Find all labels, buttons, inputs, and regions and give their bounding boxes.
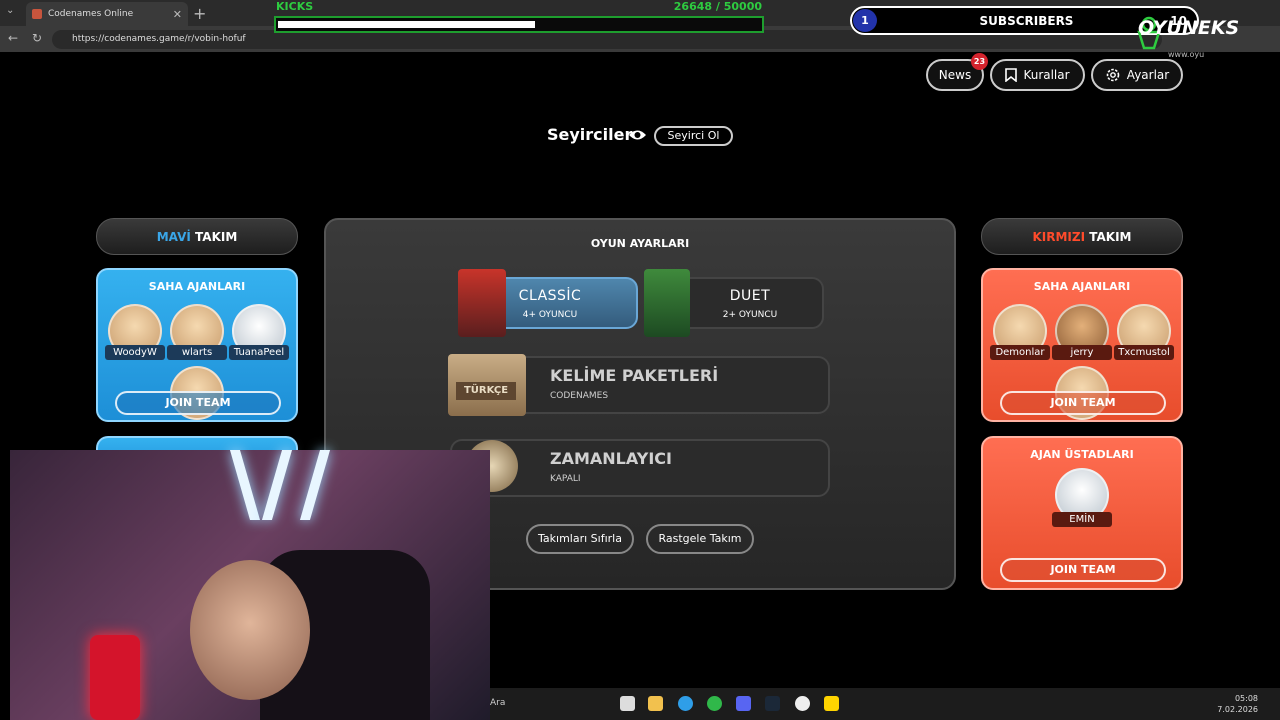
duet-mode-name: DUET [729,288,771,304]
red-team-header: KIRMIZI TAKIM [981,218,1183,255]
news-label: News [938,68,972,82]
reset-teams-button[interactable]: Takımları Sıfırla [526,524,634,554]
microphone [90,635,140,720]
edge-icon[interactable] [678,696,693,711]
store-icon[interactable] [824,696,839,711]
steam-icon[interactable] [765,696,780,711]
settings-button[interactable]: Ayarlar [1091,59,1183,91]
blue-operatives-title: SAHA AJANLARI [148,280,246,293]
taskbar: Ara 05:08 7.02.2026 [490,688,1280,720]
red-player-name: Txcmustol [1114,345,1174,360]
news-badge: 23 [971,53,988,70]
neon-light-left [229,450,261,520]
duet-mode-sub: 2+ OYUNCU [722,310,778,320]
bookmark-icon [1005,68,1018,82]
red-team-word: KIRMIZI [1032,230,1086,244]
kicks-label: KICKS [276,0,314,13]
kicks-progress-fill [278,21,535,28]
red-spymaster-join-button[interactable]: JOIN TEAM [1000,558,1166,582]
red-operatives-card: SAHA AJANLARI Demonlar jerry Txcmustol J… [981,268,1183,422]
brand-logo: OYUNEKS [1138,17,1240,39]
blue-team-header: MAVİ TAKIM [96,218,298,255]
red-team-rest: TAKIM [1085,230,1132,244]
blue-operatives-card: SAHA AJANLARI WoodyW wlarts TuanaPeel JO… [96,268,298,422]
taskbar-search[interactable]: Ara [490,698,505,708]
news-button[interactable]: News 23 [926,53,988,91]
discord-icon[interactable] [736,696,751,711]
app-icon[interactable] [707,696,722,711]
file-explorer-icon[interactable] [648,696,663,711]
new-tab-button[interactable]: + [193,4,206,23]
blue-player-name: TuanaPeel [229,345,289,360]
word-packs-sub: CODENAMES [550,391,609,401]
word-pack-box-label: TÜRKÇE [456,382,516,400]
blue-join-team-button[interactable]: JOIN TEAM [115,391,281,415]
tab-close-icon[interactable]: ✕ [173,8,182,21]
red-operatives-title: SAHA AJANLARI [1033,280,1131,293]
red-spymaster-name: EMİN [1052,512,1112,527]
rules-label: Kurallar [1023,68,1070,82]
taskbar-clock[interactable]: 05:08 7.02.2026 [1217,693,1258,715]
blue-team-word: MAVİ [156,230,191,244]
blue-team-rest: TAKIM [190,230,238,244]
gear-icon [1106,68,1120,82]
streamer-webcam-overlay [10,450,490,720]
timer-title: ZAMANLAYICI [550,449,672,468]
task-view-icon[interactable] [620,696,635,711]
kicks-goal-widget: KICKS 26648 / 50000 [274,0,764,34]
timer-status: KAPALI [550,474,581,484]
red-spymaster-title: AJAN ÜSTADLARI [1030,448,1134,461]
tab-title: Codenames Online [48,9,134,19]
red-spymaster-card: AJAN ÜSTADLARI EMİN JOIN TEAM [981,436,1183,590]
kicks-value: 26648 / 50000 [673,0,762,13]
spectators-label: Seyirciler [547,125,633,144]
become-spectator-button[interactable]: Seyirci Ol [654,126,733,146]
red-join-team-button[interactable]: JOIN TEAM [1000,391,1166,415]
brand-url: www.oyu [1168,50,1205,59]
red-player-name: Demonlar [990,345,1050,360]
eye-icon [629,130,646,140]
browser-tab[interactable]: Codenames Online ✕ [26,2,188,26]
rules-button[interactable]: Kurallar [990,59,1085,91]
tab-menu-icon[interactable]: ⌄ [6,5,14,16]
chrome-icon[interactable] [795,696,810,711]
reload-icon[interactable]: ↻ [32,31,42,45]
neon-light-right [299,450,331,520]
clock-time: 05:08 [1234,694,1258,703]
neon-light-mid [261,450,293,520]
blue-player-name: WoodyW [105,345,165,360]
codenames-favicon-icon [32,9,42,19]
classic-box-art [458,269,506,337]
settings-label: Ayarlar [1126,68,1170,82]
streamer-face [190,560,310,700]
url-text: https://codenames.game/r/vobin-hofuf [72,34,246,44]
back-icon[interactable]: ← [8,31,18,45]
word-packs-title: KELİME PAKETLERİ [550,366,719,385]
game-settings-title: OYUN AYARLARI [590,237,690,250]
blue-player-name: wlarts [167,345,227,360]
duet-box-art [644,269,690,337]
red-player-name: jerry [1052,345,1112,360]
random-teams-button[interactable]: Rastgele Takım [646,524,754,554]
clock-date: 7.02.2026 [1217,705,1258,714]
word-pack-box: TÜRKÇE [448,354,526,416]
kicks-progress-bar [274,16,764,33]
